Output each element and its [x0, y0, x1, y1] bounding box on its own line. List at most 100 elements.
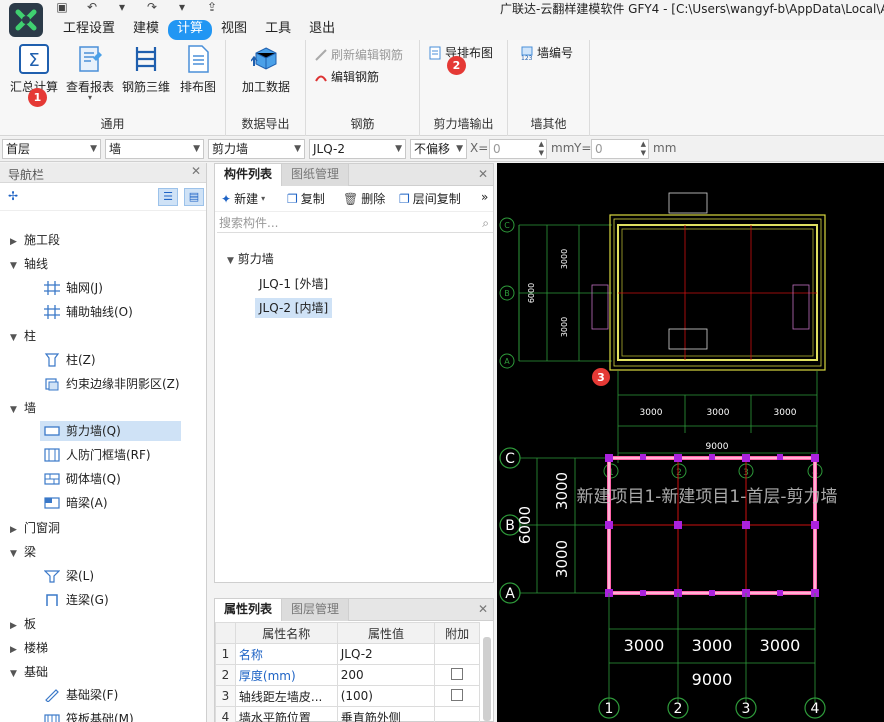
floor-select[interactable]: 首层 ▼ [2, 139, 101, 159]
process-data-button[interactable]: 加工数据 [236, 44, 296, 95]
component-item-jlq1[interactable]: JLQ-1 [外墙] [259, 274, 328, 294]
tab-layer-management[interactable]: 图层管理 [282, 599, 350, 621]
redo-icon[interactable]: ↷ [144, 0, 160, 18]
tab-property-list[interactable]: 属性列表 [215, 599, 283, 621]
plan-dim-h: 3000 [624, 636, 665, 655]
pin-icon[interactable]: ✢ [8, 189, 18, 203]
offset-select[interactable]: 不偏移 ▼ [410, 139, 467, 159]
thumb-row-label: C [504, 221, 510, 230]
tab-project-settings[interactable]: 工程设置 [54, 20, 124, 40]
floor-copy-button[interactable]: ❐ 层间复制 [399, 190, 461, 207]
close-icon[interactable]: ✕ [191, 164, 201, 178]
view-report-button[interactable]: 查看报表 ▾ [64, 44, 116, 102]
nav-category-foundation[interactable]: ▼ 基础 [10, 662, 48, 682]
y-coordinate-input[interactable]: 0 ▲ ▼ [591, 139, 649, 159]
new-component-button[interactable]: ✦ 新建 ▾ [221, 190, 265, 207]
nav-category-axis[interactable]: ▼ 轴线 [10, 254, 48, 274]
trash-icon: 🗑 [343, 191, 359, 206]
rebar-3d-icon [131, 44, 161, 74]
more-tools-button[interactable]: » [481, 190, 488, 204]
category-select[interactable]: 墙 ▼ [105, 139, 204, 159]
component-select[interactable]: JLQ-2 ▼ [309, 139, 406, 159]
x-unit: mm [551, 141, 575, 155]
plan-dim-total-h: 9000 [692, 670, 733, 689]
undo-icon[interactable]: ↶ [84, 0, 100, 18]
group-label-wall-other: 墙其他 [530, 117, 567, 131]
type-select[interactable]: 剪力墙 ▼ [208, 139, 305, 159]
scrollbar[interactable] [483, 637, 491, 721]
property-value[interactable]: 垂直筋外侧 [336, 706, 436, 722]
x-coordinate-input[interactable]: 0 ▲ ▼ [489, 139, 547, 159]
layout-diagram-button[interactable]: 排布图 [172, 44, 224, 95]
component-panel: 构件列表 图纸管理 ✕ ✦ 新建 ▾ ❐ 复制 🗑 删除 ❐ 层间复制 » 搜索构件...… [214, 163, 494, 583]
save-icon[interactable]: ▣ [54, 0, 70, 18]
undo-dropdown-icon[interactable]: ▾ [114, 0, 130, 18]
spinner-icon[interactable]: ▲ ▼ [539, 140, 544, 158]
nav-item-beam[interactable]: 梁(L) [40, 566, 100, 586]
component-search-input[interactable]: 搜索构件... ⌕ [217, 213, 493, 233]
annotation-badge-1: 1 [28, 88, 47, 107]
tab-exit[interactable]: 退出 [300, 20, 344, 40]
nav-item-coupling-beam[interactable]: 连梁(G) [40, 590, 115, 610]
drawing-canvas[interactable]: C B A 6000 3000 3000 3000 3000 3000 9000… [497, 163, 884, 722]
component-item-jlq2[interactable]: JLQ-2 [内墙] [255, 298, 333, 318]
tab-drawing-management[interactable]: 图纸管理 [282, 164, 350, 186]
chevron-right-icon: ▶ [10, 645, 17, 655]
nav-category-slab[interactable]: ▶ 板 [10, 614, 36, 634]
nav-item-masonry-wall[interactable]: 砌体墙(Q) [40, 469, 127, 489]
checkbox[interactable] [451, 688, 464, 701]
delete-button[interactable]: 🗑 删除 [343, 190, 385, 207]
nav-item-civil-defense-wall[interactable]: 人防门框墙(RF) [40, 445, 157, 465]
nav-item-column[interactable]: 柱(Z) [40, 350, 102, 370]
edit-rebar-button[interactable]: 编辑钢筋 [314, 68, 379, 85]
search-icon[interactable]: ⌕ [482, 213, 489, 233]
tab-view[interactable]: 视图 [212, 20, 256, 40]
rebar-3d-button[interactable]: 钢筋三维 [120, 44, 172, 95]
refresh-edit-rebar-button[interactable]: 刷新编辑钢筋 [314, 46, 403, 63]
upload-icon[interactable]: ⇪ [204, 0, 220, 18]
plan-dim-v: 3000 [553, 472, 571, 510]
chevron-right-icon: ▶ [10, 237, 17, 247]
nav-item-raft-foundation[interactable]: 筏板基础(M) [40, 709, 140, 722]
tab-tools[interactable]: 工具 [256, 20, 300, 40]
nav-item-shear-wall[interactable]: 剪力墙(Q) [40, 421, 181, 441]
checkbox[interactable] [451, 667, 464, 680]
nav-category-stairs[interactable]: ▶ 楼梯 [10, 638, 48, 658]
tab-calculate[interactable]: 计算 [168, 20, 213, 40]
copy-icon: ❐ [287, 191, 298, 206]
close-icon[interactable]: ✕ [478, 167, 488, 181]
property-value[interactable]: (100) [336, 685, 436, 707]
property-value[interactable]: 200 [336, 664, 436, 686]
nav-item-aux-axis[interactable]: 辅助轴线(O) [40, 302, 139, 322]
nav-category-wall[interactable]: ▼ 墙 [10, 398, 36, 418]
wall-number-button[interactable]: 123 墙编号 [520, 44, 573, 62]
menu-tabs: 工程设置 建模 计算 视图 工具 退出 [54, 20, 344, 40]
component-tree-root[interactable]: ▼ 剪力墙 [227, 249, 274, 269]
nav-header: 导航栏 ✕ [0, 163, 206, 183]
raft-icon [44, 712, 60, 722]
property-value[interactable]: JLQ-2 [336, 643, 436, 665]
nav-category-beam[interactable]: ▼ 梁 [10, 542, 36, 562]
group-label-export: 数据导出 [241, 117, 290, 131]
nav-item-hidden-beam[interactable]: 暗梁(A) [40, 493, 114, 513]
redo-dropdown-icon[interactable]: ▾ [174, 0, 190, 18]
nav-category-construction-section[interactable]: ▶ 施工段 [10, 230, 60, 250]
nav-item-foundation-beam[interactable]: 基础梁(F) [40, 685, 124, 705]
selector-bar: 首层 ▼ 墙 ▼ 剪力墙 ▼ JLQ-2 ▼ 不偏移 ▼ X= 0 ▲ ▼ mm Y= 0 ▲ ▼… [0, 137, 884, 162]
close-icon[interactable]: ✕ [478, 602, 488, 616]
copy-button[interactable]: ❐ 复制 [287, 190, 325, 207]
nav-category-openings[interactable]: ▶ 门窗洞 [10, 518, 60, 538]
group-label-wall-output: 剪力墙输出 [433, 117, 494, 131]
nav-category-column[interactable]: ▼ 柱 [10, 326, 36, 346]
detail-view-icon[interactable]: ▤ [184, 188, 204, 206]
plan-col-label-bottom: 2 [674, 701, 683, 717]
chevron-down-icon: ▼ [10, 333, 17, 343]
nav-item-axis-grid[interactable]: 轴网(J) [40, 278, 109, 298]
tab-component-list[interactable]: 构件列表 [215, 164, 283, 186]
spinner-icon[interactable]: ▲ ▼ [641, 140, 646, 158]
plan-row-label-a: A [505, 586, 515, 602]
plan-drawing: C B A 6000 3000 3000 1 2 3 4 [499, 447, 838, 719]
tab-modeling[interactable]: 建模 [124, 20, 168, 40]
list-view-icon[interactable]: ☰ [158, 188, 178, 206]
nav-item-boundary-zone[interactable]: 约束边缘非阴影区(Z) [40, 374, 186, 394]
